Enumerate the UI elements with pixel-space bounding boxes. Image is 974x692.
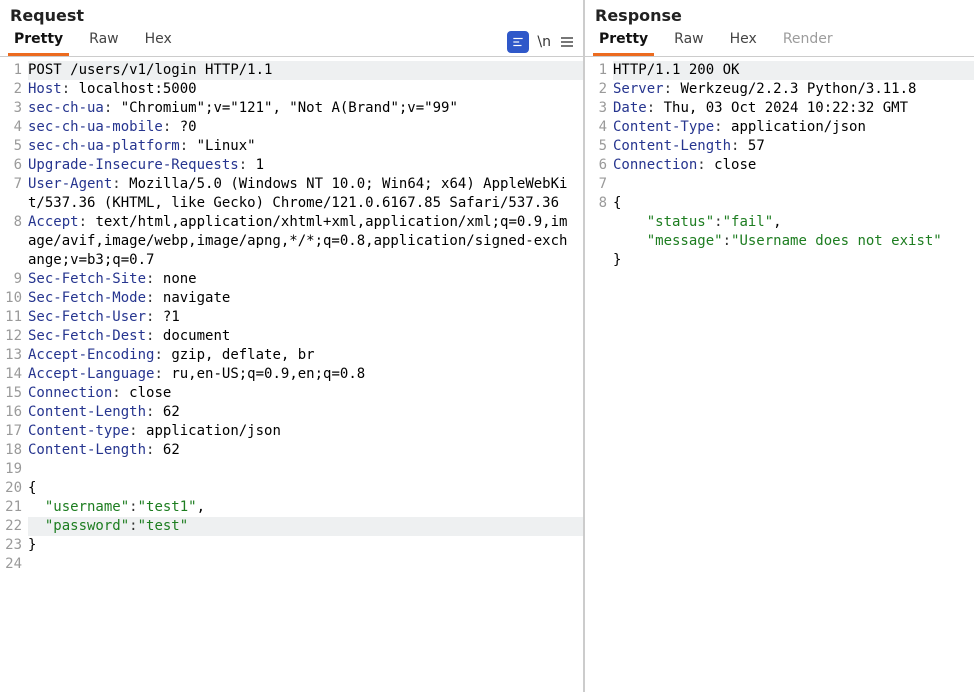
code-line[interactable]: 22 "password":"test" [0,517,583,536]
gutter: 12 [0,327,28,346]
gutter: 2 [0,80,28,99]
response-panel: Response Pretty Raw Hex Render 1HTTP/1.1… [584,0,974,692]
response-tabs: Pretty Raw Hex Render [593,27,839,56]
gutter: 8 [585,194,613,213]
request-panel: Request Pretty Raw Hex \n 1POST /users/v… [0,0,584,692]
tab-pretty[interactable]: Pretty [8,27,69,56]
gutter: 23 [0,536,28,555]
code-line[interactable]: 15Connection: close [0,384,583,403]
request-editor[interactable]: 1POST /users/v1/login HTTP/1.12Host: loc… [0,57,583,692]
gutter: 6 [0,156,28,175]
gutter: 21 [0,498,28,517]
gutter: 5 [585,137,613,156]
code-line[interactable]: 16Content-Length: 62 [0,403,583,422]
code-line[interactable]: 5sec-ch-ua-platform: "Linux" [0,137,583,156]
gutter: 5 [0,137,28,156]
code-line[interactable]: 14Accept-Language: ru,en-US;q=0.9,en;q=0… [0,365,583,384]
code-line[interactable]: 9Sec-Fetch-Site: none [0,270,583,289]
gutter: 4 [0,118,28,137]
gutter: 9 [0,270,28,289]
code-line[interactable]: "message":"Username does not exist" [585,232,974,251]
tab-raw[interactable]: Raw [83,27,124,56]
panel-menu[interactable] [559,34,575,50]
code-line[interactable]: 2Host: localhost:5000 [0,80,583,99]
code-line[interactable]: 6Connection: close [585,156,974,175]
code-line[interactable]: 20{ [0,479,583,498]
code-line[interactable]: 8{ [585,194,974,213]
request-tabs-row: Pretty Raw Hex \n [0,27,583,57]
code-line[interactable]: 4Content-Type: application/json [585,118,974,137]
code-line[interactable]: 24 [0,555,583,574]
code-line[interactable]: 11Sec-Fetch-User: ?1 [0,308,583,327]
tab-hex[interactable]: Hex [139,27,178,56]
code-line[interactable]: 12Sec-Fetch-Dest: document [0,327,583,346]
code-line[interactable]: 6Upgrade-Insecure-Requests: 1 [0,156,583,175]
format-button[interactable] [507,31,529,53]
code-line[interactable]: 21 "username":"test1", [0,498,583,517]
gutter: 18 [0,441,28,460]
gutter: 17 [0,422,28,441]
gutter: 24 [0,555,28,574]
request-title: Request [0,0,583,27]
gutter: 1 [585,61,613,80]
code-line[interactable]: 8Accept: text/html,application/xhtml+xml… [0,213,583,270]
gutter: 1 [0,61,28,80]
gutter: 16 [0,403,28,422]
hamburger-icon [559,34,575,50]
format-icon [511,35,525,49]
tab-render-resp[interactable]: Render [777,27,839,56]
code-line[interactable]: 17Content-type: application/json [0,422,583,441]
response-tabs-row: Pretty Raw Hex Render [585,27,974,57]
gutter: 3 [0,99,28,118]
gutter: 19 [0,460,28,479]
response-viewer[interactable]: 1HTTP/1.1 200 OK2Server: Werkzeug/2.2.3 … [585,57,974,692]
gutter: 6 [585,156,613,175]
code-line[interactable]: 7User-Agent: Mozilla/5.0 (Windows NT 10.… [0,175,583,213]
code-line[interactable]: 5Content-Length: 57 [585,137,974,156]
gutter: 10 [0,289,28,308]
code-line[interactable]: 1HTTP/1.1 200 OK [585,61,974,80]
code-line[interactable]: 3sec-ch-ua: "Chromium";v="121", "Not A(B… [0,99,583,118]
code-line[interactable]: 7 [585,175,974,194]
gutter: 8 [0,213,28,232]
request-tabs: Pretty Raw Hex [8,27,178,56]
code-line[interactable]: "status":"fail", [585,213,974,232]
gutter: 20 [0,479,28,498]
code-line[interactable]: 3Date: Thu, 03 Oct 2024 10:22:32 GMT [585,99,974,118]
gutter: 11 [0,308,28,327]
tab-hex-resp[interactable]: Hex [724,27,763,56]
code-line[interactable]: 1POST /users/v1/login HTTP/1.1 [0,61,583,80]
code-line[interactable]: 10Sec-Fetch-Mode: navigate [0,289,583,308]
gutter: 22 [0,517,28,536]
code-line[interactable]: 2Server: Werkzeug/2.2.3 Python/3.11.8 [585,80,974,99]
gutter: 14 [0,365,28,384]
tab-pretty-resp[interactable]: Pretty [593,27,654,56]
code-line[interactable]: 19 [0,460,583,479]
tab-raw-resp[interactable]: Raw [668,27,709,56]
gutter: 15 [0,384,28,403]
gutter: 7 [585,175,613,194]
gutter: 3 [585,99,613,118]
code-line[interactable]: 13Accept-Encoding: gzip, deflate, br [0,346,583,365]
gutter: 13 [0,346,28,365]
response-title: Response [585,0,974,27]
newline-toggle[interactable]: \n [537,34,551,50]
app-root: Request Pretty Raw Hex \n 1POST /users/v… [0,0,974,692]
code-line[interactable]: 18Content-Length: 62 [0,441,583,460]
code-line[interactable]: 4sec-ch-ua-mobile: ?0 [0,118,583,137]
gutter: 2 [585,80,613,99]
gutter: 7 [0,175,28,194]
gutter: 4 [585,118,613,137]
code-line[interactable]: } [585,251,974,270]
code-line[interactable]: 23} [0,536,583,555]
